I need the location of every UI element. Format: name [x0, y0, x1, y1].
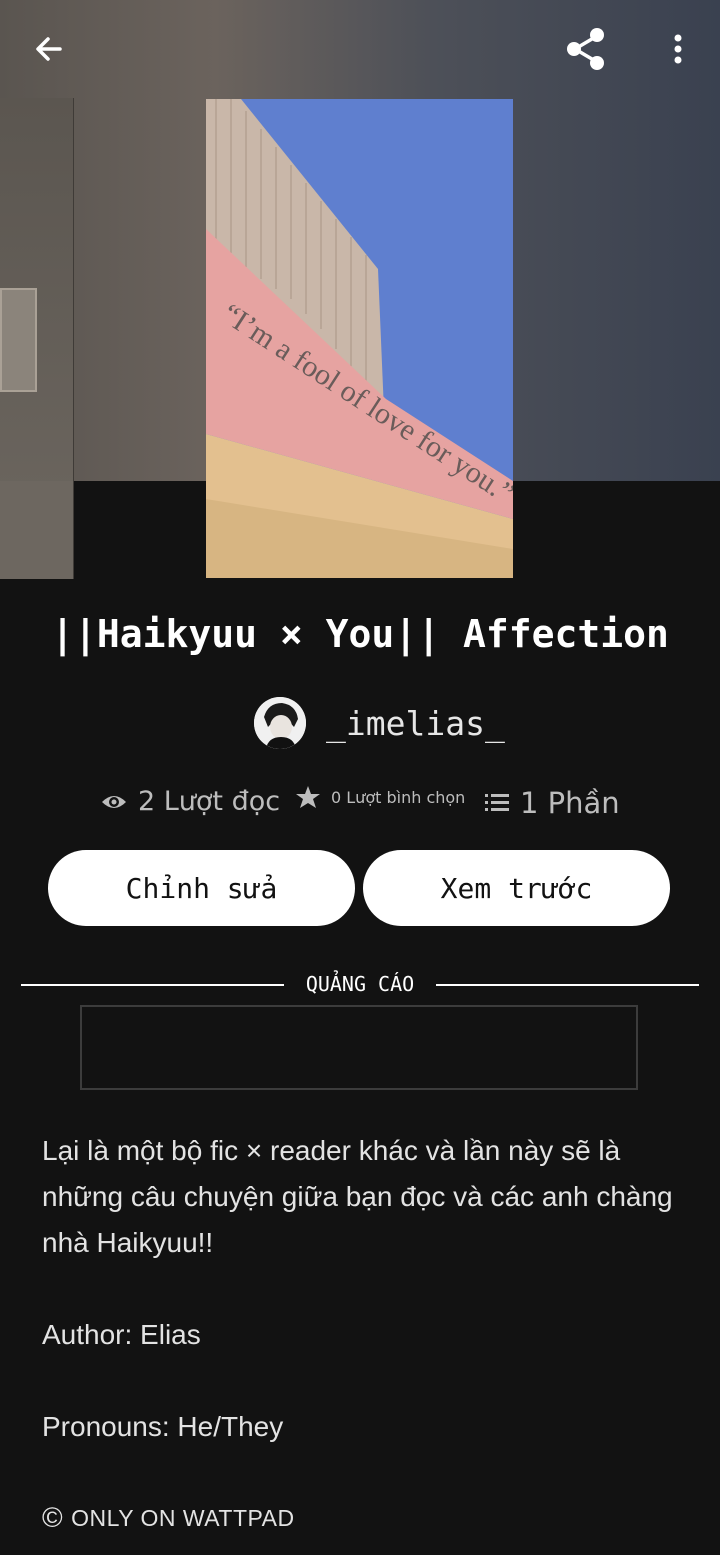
description-paragraph: Lại là một bộ fic × reader khác và lần n…	[42, 1135, 673, 1258]
preview-button[interactable]: Xem trước	[363, 850, 670, 926]
more-options-button[interactable]	[664, 30, 692, 68]
cover-image: “I’m a fool of love for you.”	[206, 99, 513, 578]
previous-cover-artwork	[0, 288, 37, 392]
star-icon	[296, 786, 320, 808]
back-button[interactable]	[30, 30, 68, 68]
votes-stat: 0 Lượt bình chọn	[295, 784, 465, 810]
copyright-text: ONLY ON WATTPAD	[71, 1504, 295, 1531]
reads-count: 2 Lượt đọc	[138, 786, 281, 817]
list-icon	[485, 794, 509, 811]
ad-slot[interactable]	[80, 1005, 638, 1090]
avatar-image	[254, 697, 306, 749]
reads-stat: 2 Lượt đọc	[100, 786, 280, 817]
eye-icon	[102, 795, 126, 808]
more-vertical-icon	[674, 34, 682, 64]
previous-cover-peek-bottom	[0, 481, 74, 579]
avatar[interactable]	[254, 697, 306, 749]
parts-stat: 1 Phần	[484, 786, 620, 820]
story-description: Lại là một bộ fic × reader khác và lần n…	[42, 1128, 682, 1450]
author-row[interactable]: _imelias_	[254, 696, 505, 750]
parts-count: 1 Phần	[520, 786, 620, 820]
previous-cover-peek	[0, 98, 74, 481]
author-name[interactable]: _imelias_	[326, 704, 505, 743]
description-pronouns: Pronouns: He/They	[42, 1411, 284, 1442]
share-icon	[567, 28, 604, 70]
ad-label: QUẢNG CÁO	[305, 972, 415, 996]
copyright-icon: ©	[42, 1502, 64, 1533]
share-button[interactable]	[563, 26, 609, 72]
story-cover[interactable]: “I’m a fool of love for you.”	[206, 99, 513, 578]
ad-divider-left	[21, 984, 284, 986]
back-arrow-icon	[36, 37, 62, 61]
copyright-notice: © ONLY ON WATTPAD	[42, 1502, 295, 1534]
votes-count: 0 Lượt bình chọn	[331, 787, 466, 807]
description-author: Author: Elias	[42, 1319, 201, 1350]
story-stats: 2 Lượt đọc 0 Lượt bình chọn 1 Phần	[100, 780, 640, 830]
edit-button[interactable]: Chỉnh sửa	[48, 850, 355, 926]
story-title: ||Haikyuu × You|| Affection	[51, 612, 669, 656]
ad-divider-right	[436, 984, 699, 986]
